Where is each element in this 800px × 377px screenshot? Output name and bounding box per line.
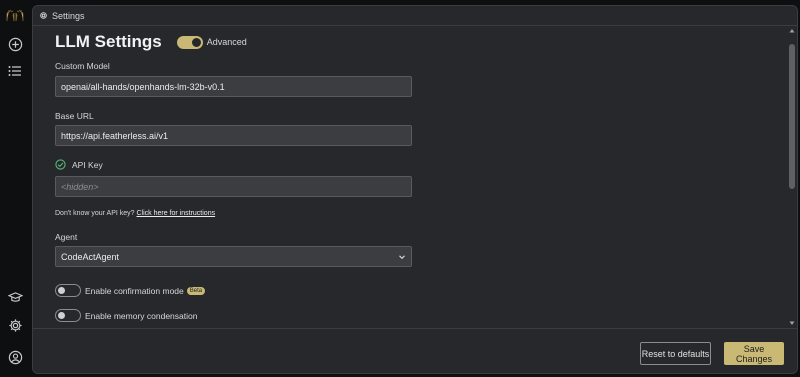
page-title: LLM Settings xyxy=(55,32,162,51)
custom-model-input[interactable]: openai/all-hands/openhands-lm-32b-v0.1 xyxy=(55,76,412,97)
scrollbar[interactable] xyxy=(789,26,795,328)
scroll-thumb[interactable] xyxy=(789,44,795,189)
list-icon[interactable] xyxy=(5,61,25,81)
advanced-toggle[interactable] xyxy=(176,35,203,49)
reset-defaults-button[interactable]: Reset to defaults xyxy=(640,342,711,365)
beta-badge: Beta xyxy=(186,286,206,295)
settings-footer: Reset to defaults Save Changes xyxy=(33,328,797,373)
settings-panel: Settings LLM Settings Advanced Custom Mo… xyxy=(32,5,798,374)
chevron-down-icon xyxy=(399,255,405,260)
memory-condensation-label: Enable memory condensation xyxy=(85,310,198,321)
agent-select[interactable]: CodeActAgent xyxy=(55,246,412,267)
save-changes-button[interactable]: Save Changes xyxy=(724,342,784,365)
user-circle-icon[interactable] xyxy=(5,347,25,367)
gear-icon xyxy=(40,12,47,19)
confirmation-mode-row: Enable confirmation mode Beta xyxy=(55,284,206,297)
memory-condensation-toggle[interactable] xyxy=(55,309,81,322)
api-key-label: API Key xyxy=(72,159,103,170)
agent-select-value: CodeActAgent xyxy=(61,251,120,262)
memory-condensation-row: Enable memory condensation xyxy=(55,309,197,322)
graduation-cap-icon[interactable] xyxy=(5,287,25,307)
help-text: Don't know your API key? xyxy=(55,210,135,217)
base-url-input[interactable]: https://api.featherless.ai/v1 xyxy=(55,125,412,146)
api-key-input[interactable]: <hidden> xyxy=(55,176,412,197)
plus-circle-icon[interactable] xyxy=(5,34,25,54)
scroll-up-icon[interactable] xyxy=(789,28,795,33)
hands-logo-icon[interactable] xyxy=(5,6,25,26)
confirmation-mode-label: Enable confirmation mode xyxy=(85,285,184,296)
custom-model-label: Custom Model xyxy=(55,61,110,71)
gear-icon[interactable] xyxy=(5,315,25,335)
settings-scroll-area: LLM Settings Advanced Custom Model opena… xyxy=(33,26,797,328)
panel-title: Settings xyxy=(52,10,85,21)
base-url-label: Base URL xyxy=(55,111,94,121)
agent-label: Agent xyxy=(55,232,78,242)
instructions-link[interactable]: Click here for instructions xyxy=(137,210,216,217)
sidebar xyxy=(0,0,30,377)
check-circle-icon xyxy=(55,159,66,170)
api-key-help: Don't know your API key? Click here for … xyxy=(55,210,215,217)
scroll-down-icon[interactable] xyxy=(789,321,795,326)
confirmation-mode-toggle[interactable] xyxy=(55,284,81,297)
panel-header: Settings xyxy=(33,6,797,26)
advanced-label: Advanced xyxy=(206,37,247,47)
